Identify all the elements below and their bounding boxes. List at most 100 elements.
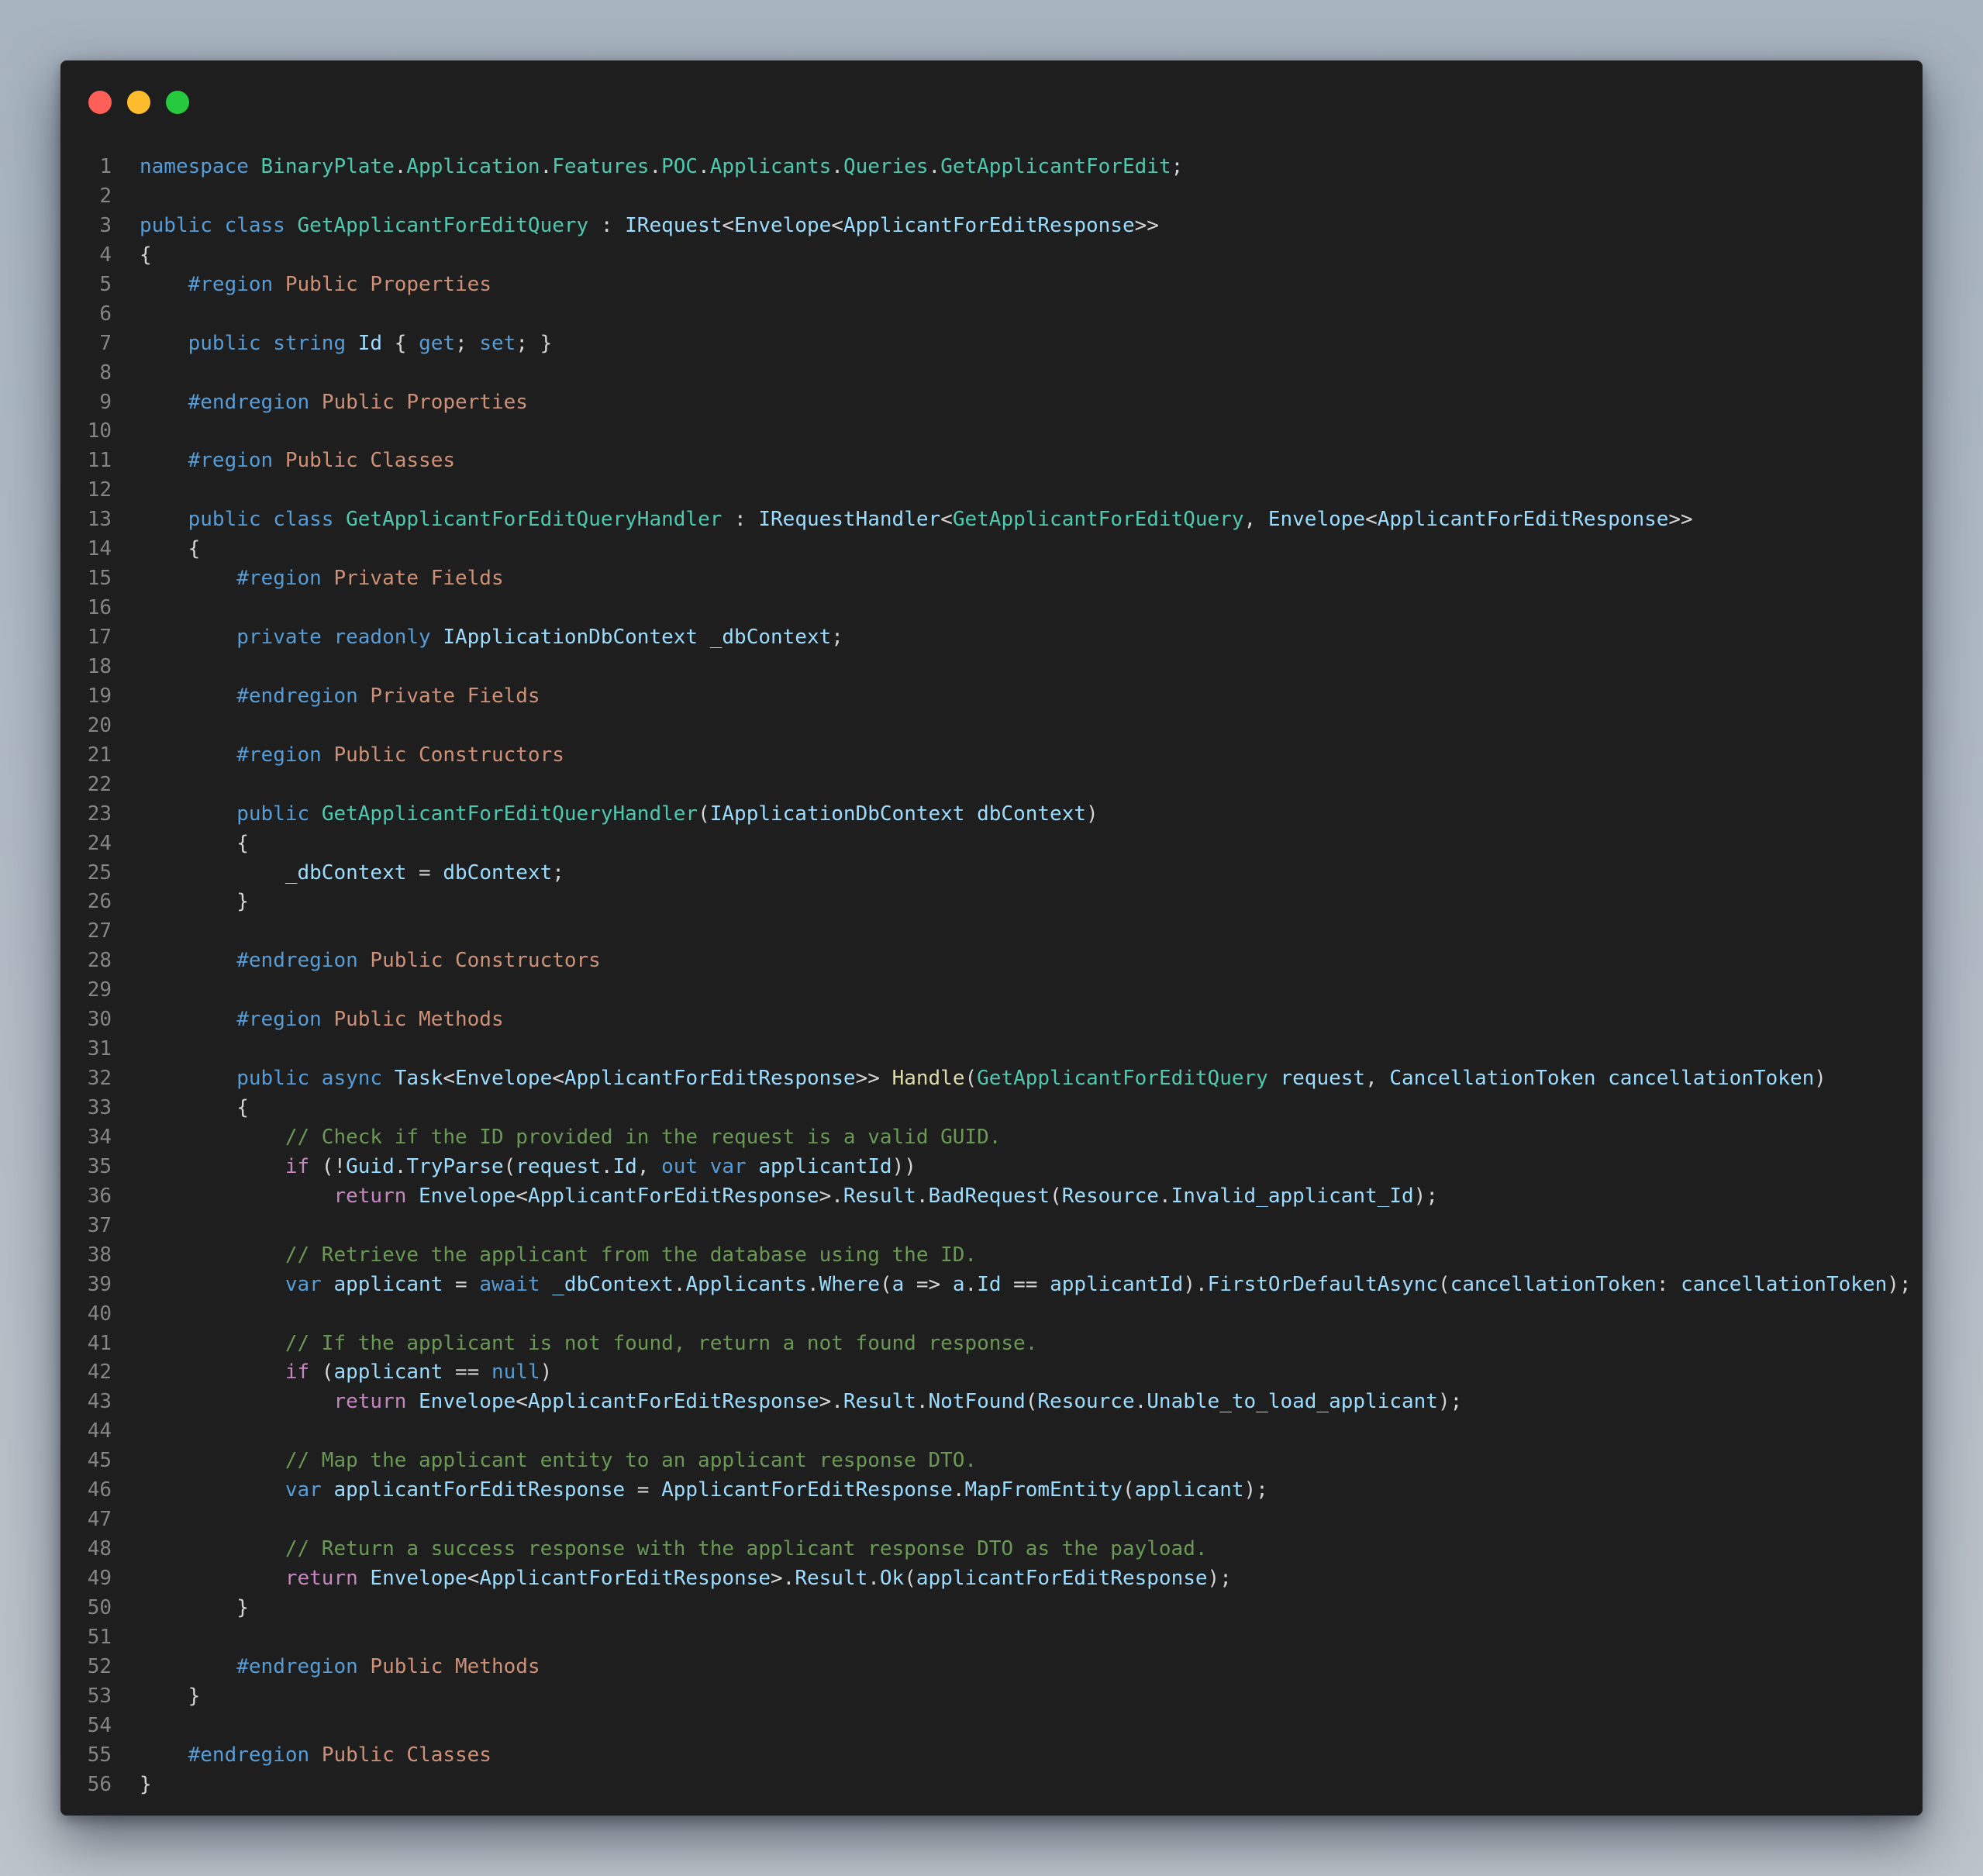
code-line: 1 namespace BinaryPlate.Application.Featu…	[60, 153, 1923, 182]
code-token: ==	[1001, 1272, 1050, 1296]
code-line: 44	[60, 1417, 1923, 1447]
code-line: 53 }	[60, 1682, 1923, 1712]
code-token: Applicants	[709, 155, 832, 178]
code-token: get	[419, 331, 456, 355]
code-token: IApplicationDbContext	[443, 626, 698, 649]
code-token: private readonly	[236, 626, 443, 649]
line-number: 1	[99, 155, 112, 178]
maximize-window-button[interactable]	[166, 91, 189, 114]
code-line: 14 {	[60, 535, 1923, 564]
code-token: <	[722, 213, 735, 237]
code-line: 48 // Return a success response with the…	[60, 1535, 1923, 1564]
code-line: 26 }	[60, 888, 1923, 917]
code-line: 16	[60, 594, 1923, 623]
line-number: 12	[87, 478, 112, 502]
code-token: =	[406, 860, 443, 885]
line-number: 48	[87, 1537, 112, 1561]
code-token: .	[964, 1272, 978, 1296]
code-token: MapFromEntity	[964, 1478, 1123, 1502]
code-line: 15 #region Private Fields	[60, 564, 1923, 594]
code-line: 23 public GetApplicantForEditQueryHandle…	[60, 800, 1923, 829]
line-source: public async Task<Envelope<ApplicantForE…	[140, 1064, 1826, 1094]
line-number: 46	[87, 1478, 112, 1502]
line-number: 50	[87, 1595, 112, 1619]
code-token: ,	[636, 1154, 662, 1178]
code-token: Id	[357, 331, 383, 355]
line-number: 34	[87, 1125, 112, 1149]
line-source: {	[140, 829, 249, 859]
code-token: _dbContext	[285, 860, 407, 885]
code-token: (	[1050, 1184, 1062, 1208]
minimize-window-button[interactable]	[127, 91, 150, 114]
line-number: 37	[87, 1213, 112, 1237]
line-source: }	[140, 1594, 249, 1623]
code-line: 55 #endregion Public Classes	[60, 1741, 1923, 1771]
code-line: 56}	[60, 1771, 1923, 1800]
code-token: :	[1656, 1272, 1681, 1296]
line-number: 4	[99, 243, 112, 267]
code-token: TryParse	[406, 1154, 504, 1178]
close-window-button[interactable]	[88, 91, 112, 114]
code-editor[interactable]: 1 namespace BinaryPlate.Application.Featu…	[60, 153, 1923, 1800]
code-token: GetApplicantForEditQueryHandler	[321, 802, 698, 826]
code-token: );	[1413, 1184, 1438, 1208]
line-number: 33	[87, 1096, 112, 1119]
line-number: 49	[87, 1567, 112, 1590]
code-token: public class	[188, 508, 347, 532]
code-token: IRequestHandler	[758, 508, 941, 532]
code-token: Private Fields	[370, 684, 540, 708]
code-token: );	[1437, 1390, 1463, 1414]
line-source: #region Public Constructors	[140, 741, 564, 771]
code-token: dbContext	[977, 802, 1087, 826]
code-token: applicant	[1134, 1478, 1244, 1502]
code-window: 1 namespace BinaryPlate.Application.Featu…	[60, 60, 1923, 1816]
line-number: 44	[87, 1419, 112, 1443]
code-token: ;	[552, 860, 564, 885]
code-token: // Return a success response with the ap…	[285, 1537, 1208, 1561]
code-token: .	[916, 1390, 929, 1414]
line-number: 25	[87, 860, 112, 885]
code-line: 10	[60, 417, 1923, 447]
line-number: 55	[87, 1743, 112, 1767]
line-number: 17	[87, 626, 112, 649]
code-line: 4{	[60, 241, 1923, 271]
code-token: Task	[394, 1067, 443, 1091]
code-token: if	[285, 1154, 310, 1178]
code-line: 24 {	[60, 829, 1923, 859]
code-token: }	[140, 1595, 249, 1619]
code-token: applicant	[333, 1272, 443, 1296]
code-token: public class	[140, 213, 298, 237]
code-line: 49 return Envelope<ApplicantForEditRespo…	[60, 1564, 1923, 1594]
line-number: 9	[99, 390, 112, 414]
line-source: public GetApplicantForEditQueryHandler(I…	[140, 800, 1098, 829]
code-token: // If the applicant is not found, return…	[285, 1331, 1038, 1355]
code-token: set	[479, 331, 516, 355]
code-token: #region	[188, 272, 285, 296]
code-token: #endregion	[236, 949, 371, 973]
code-line: 50 }	[60, 1594, 1923, 1623]
code-token: request	[516, 1154, 601, 1178]
code-token: CancellationToken	[1389, 1067, 1596, 1091]
code-token: public async	[236, 1067, 395, 1091]
code-token: #endregion	[188, 1743, 322, 1767]
line-source: #region Public Methods	[140, 1005, 503, 1035]
code-token: applicantForEditResponse	[916, 1567, 1208, 1590]
code-line: 8	[60, 359, 1923, 388]
code-token: =>	[904, 1272, 953, 1296]
code-token: ,	[1365, 1067, 1390, 1091]
code-token: (	[904, 1567, 916, 1590]
code-token: applicant	[333, 1360, 443, 1385]
code-line: 45 // Map the applicant entity to an app…	[60, 1447, 1923, 1476]
code-line: 33 {	[60, 1094, 1923, 1123]
code-token: .	[540, 155, 553, 178]
code-token: ;	[455, 331, 480, 355]
code-token: Public Methods	[370, 1654, 540, 1678]
code-line: 41 // If the applicant is not found, ret…	[60, 1329, 1923, 1359]
line-number: 56	[87, 1772, 112, 1796]
